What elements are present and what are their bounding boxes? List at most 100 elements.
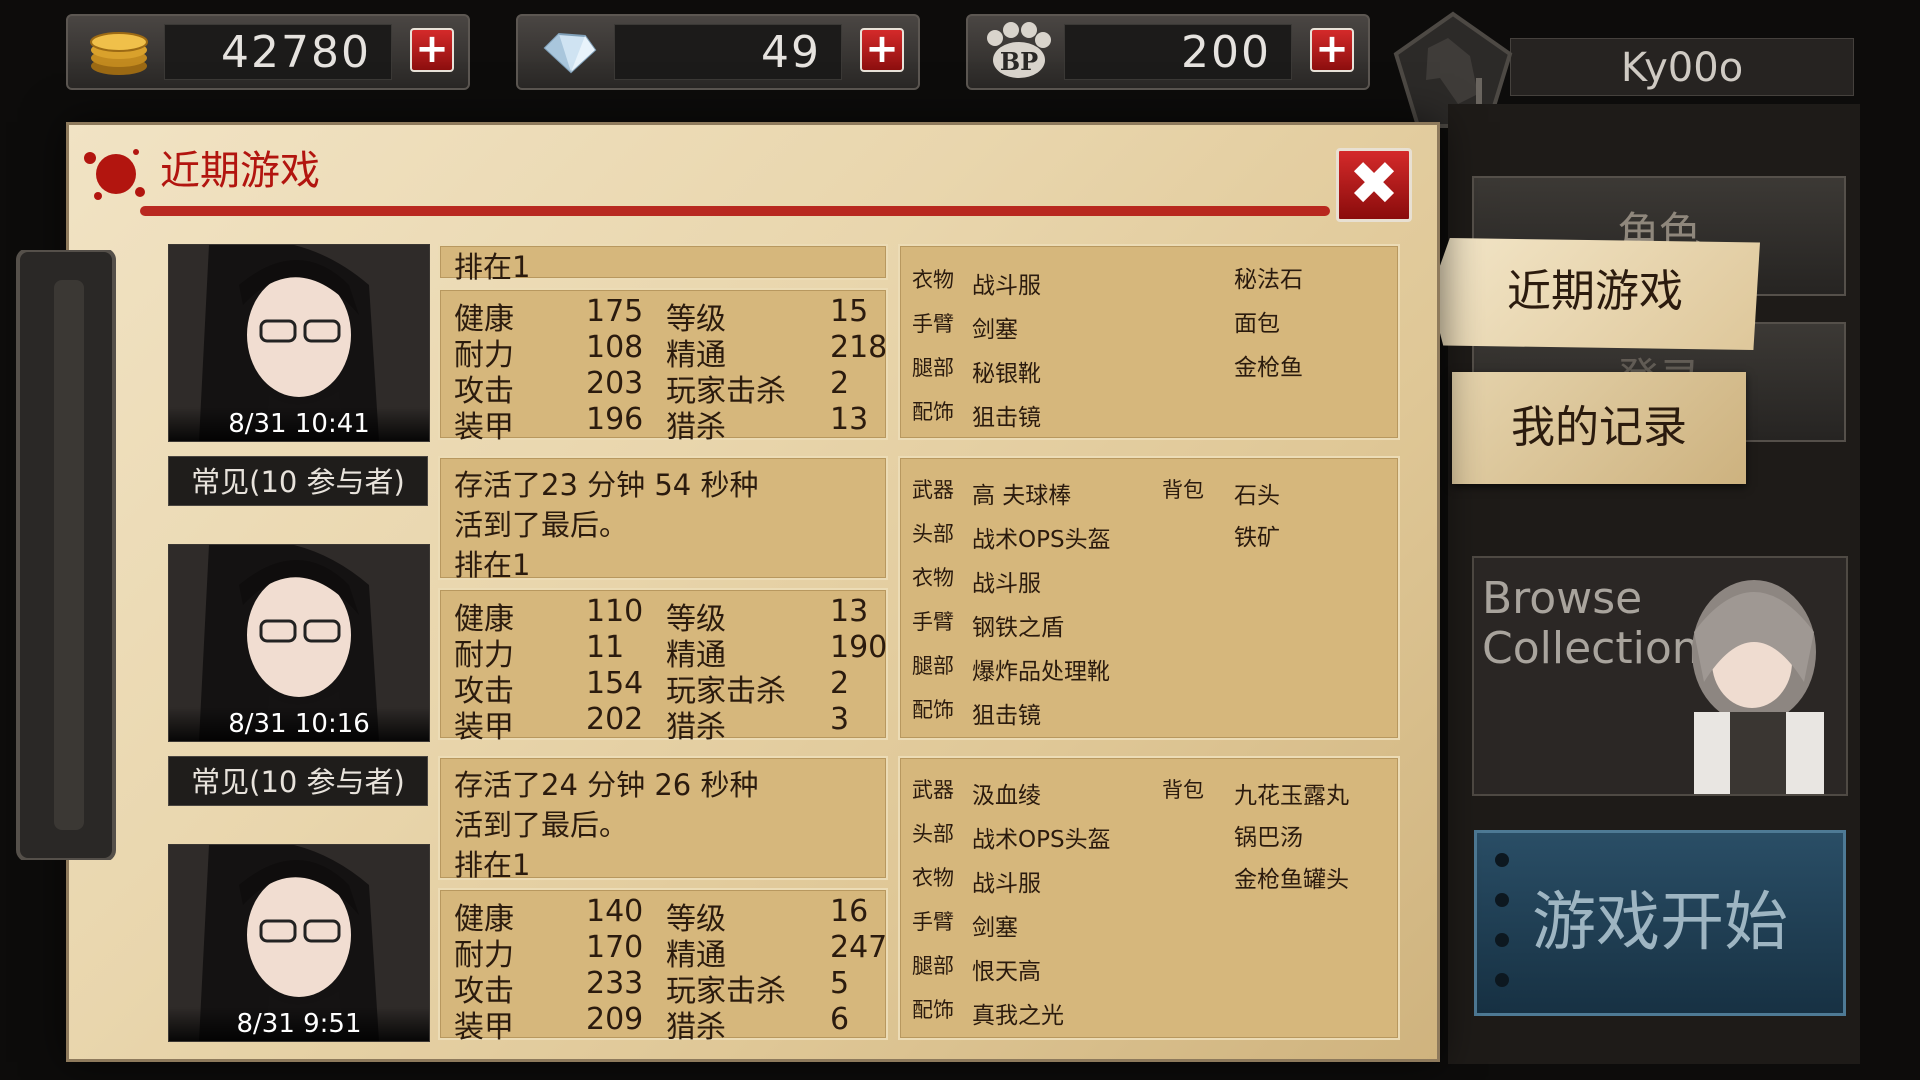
stat-label-hunt-kills: 猎杀	[666, 410, 726, 445]
gold-amount: 42780	[164, 24, 392, 80]
binding-hole	[1495, 893, 1509, 907]
add-gems-button[interactable]: +	[860, 28, 904, 72]
game-mode-tag: 常见(10 参与者)	[168, 456, 428, 506]
bag-item: 九花玉露丸	[1234, 783, 1349, 809]
summary-survival-time: 存活了24 分钟 26 秒种	[454, 768, 759, 802]
summary-rank: 排在1	[454, 250, 531, 284]
bag-item: 锅巴汤	[1234, 825, 1303, 851]
tab-my-records[interactable]: 我的记录	[1452, 372, 1746, 484]
equip-arm: 剑塞	[972, 915, 1018, 941]
bag-item: 铁矿	[1234, 525, 1280, 551]
equip-leg: 恨天高	[972, 959, 1041, 985]
slot-accessory-label: 配饰	[912, 698, 954, 722]
equip-leg: 秘银靴	[972, 361, 1041, 387]
stat-value-level: 16	[830, 894, 869, 929]
game-equipment-box: 衣物 战斗服 手臂 剑塞 腿部 秘银靴 配饰 狙击镜 秘法石 面包 金枪鱼	[898, 244, 1400, 440]
close-button[interactable]: ✖	[1336, 148, 1412, 222]
equip-accessory: 狙击镜	[972, 405, 1041, 431]
bag-item: 秘法石	[1234, 267, 1303, 293]
stat-value-armor: 209	[586, 1002, 644, 1037]
game-summary-box: 排在1	[438, 244, 888, 284]
slot-arm-label: 手臂	[912, 312, 954, 336]
tab-recent-games-label: 近期游戏	[1507, 266, 1683, 317]
bp-label: BP	[1000, 47, 1038, 76]
summary-result: 活到了最后。	[454, 508, 629, 542]
diamond-icon	[526, 22, 612, 82]
equip-head: 战术OPS头盔	[972, 527, 1111, 553]
character-portrait[interactable]: 8/31 10:16	[168, 544, 430, 742]
stat-value-mastery: 218	[830, 330, 888, 365]
bp-resource: BP 200 +	[966, 14, 1370, 90]
equip-weapon: 高 夫球棒	[972, 483, 1072, 509]
equip-arm: 剑塞	[972, 317, 1018, 343]
equip-accessory: 真我之光	[972, 1003, 1064, 1029]
browse-collection-button[interactable]: Browse Collection	[1472, 556, 1848, 796]
bp-amount: 200	[1064, 24, 1292, 80]
gold-coins-icon	[76, 22, 162, 82]
stat-label-armor: 装甲	[454, 1010, 514, 1045]
stat-value-hunt-kills: 13	[830, 402, 869, 437]
game-start-label: 游戏开始	[1532, 886, 1788, 960]
slot-head-label: 头部	[912, 522, 954, 546]
character-portrait[interactable]: 8/31 9:51	[168, 844, 430, 1042]
tab-my-records-label: 我的记录	[1511, 402, 1687, 453]
stat-value-attack: 203	[586, 366, 644, 401]
game-date: 8/31 10:41	[169, 407, 429, 441]
game-date: 8/31 10:16	[169, 707, 429, 741]
stat-value-mastery: 190	[830, 630, 888, 665]
character-portrait[interactable]: 8/31 10:41	[168, 244, 430, 442]
slot-arm-label: 手臂	[912, 910, 954, 934]
tab-recent-games[interactable]: 近期游戏	[1430, 238, 1760, 350]
summary-rank: 排在1	[454, 548, 531, 582]
stat-value-attack: 233	[586, 966, 644, 1001]
game-start-button[interactable]: 游戏开始	[1474, 830, 1846, 1016]
stat-value-level: 15	[830, 294, 869, 329]
equip-weapon: 汲血绫	[972, 783, 1041, 809]
add-bp-button[interactable]: +	[1310, 28, 1354, 72]
stat-value-stamina: 108	[586, 330, 644, 365]
game-equipment-box: 武器 高 夫球棒 背包 石头 头部 战术OPS头盔 铁矿 衣物 战斗服 手臂 钢…	[898, 456, 1400, 740]
blood-splatter-icon	[84, 149, 145, 200]
stat-label-hunt-kills: 猎杀	[666, 1010, 726, 1045]
add-gold-button[interactable]: +	[410, 28, 454, 72]
slot-arm-label: 手臂	[912, 610, 954, 634]
binding-hole	[1495, 973, 1509, 987]
slot-clothes-label: 衣物	[912, 566, 954, 590]
gem-resource: 49 +	[516, 14, 920, 90]
stat-value-health: 110	[586, 594, 644, 629]
username-field[interactable]: Ky00o	[1510, 38, 1854, 96]
summary-survival-time: 存活了23 分钟 54 秒种	[454, 468, 759, 502]
stat-value-mastery: 247	[830, 930, 888, 965]
stat-value-player-kills: 5	[830, 966, 850, 1001]
summary-rank: 排在1	[454, 848, 531, 882]
binding-hole	[1495, 853, 1509, 867]
equip-arm: 钢铁之盾	[972, 615, 1064, 641]
stat-value-level: 13	[830, 594, 869, 629]
bp-paw-icon: BP	[976, 22, 1062, 82]
slot-accessory-label: 配饰	[912, 998, 954, 1022]
bag-item: 金枪鱼	[1234, 355, 1303, 381]
panel-title: 近期游戏	[160, 148, 320, 194]
game-stats-box: 健康 175 等级 15 耐力 108 精通 218 攻击 203 玩家击杀 2…	[438, 288, 888, 445]
stat-value-hunt-kills: 6	[830, 1002, 850, 1037]
gold-resource: 42780 +	[66, 14, 470, 90]
slot-accessory-label: 配饰	[912, 400, 954, 424]
game-date: 8/31 9:51	[169, 1007, 429, 1041]
equip-clothes: 战斗服	[972, 571, 1041, 597]
equip-accessory: 狙击镜	[972, 703, 1041, 729]
bag-item: 面包	[1234, 311, 1280, 337]
stat-value-health: 175	[586, 294, 644, 329]
stat-label-armor: 装甲	[454, 410, 514, 445]
stat-value-stamina: 11	[586, 630, 625, 665]
slot-leg-label: 腿部	[912, 356, 954, 380]
stat-value-armor: 202	[586, 702, 644, 737]
equip-head: 战术OPS头盔	[972, 827, 1111, 853]
equip-clothes: 战斗服	[972, 273, 1041, 299]
slot-leg-label: 腿部	[912, 954, 954, 978]
gem-amount: 49	[614, 24, 842, 80]
stat-label-armor: 装甲	[454, 710, 514, 745]
stat-value-attack: 154	[586, 666, 644, 701]
stat-value-stamina: 170	[586, 930, 644, 965]
game-stats-box: 健康 140 等级 16 耐力 170 精通 247 攻击 233 玩家击杀 5…	[438, 888, 888, 1045]
slot-weapon-label: 武器	[912, 478, 954, 502]
